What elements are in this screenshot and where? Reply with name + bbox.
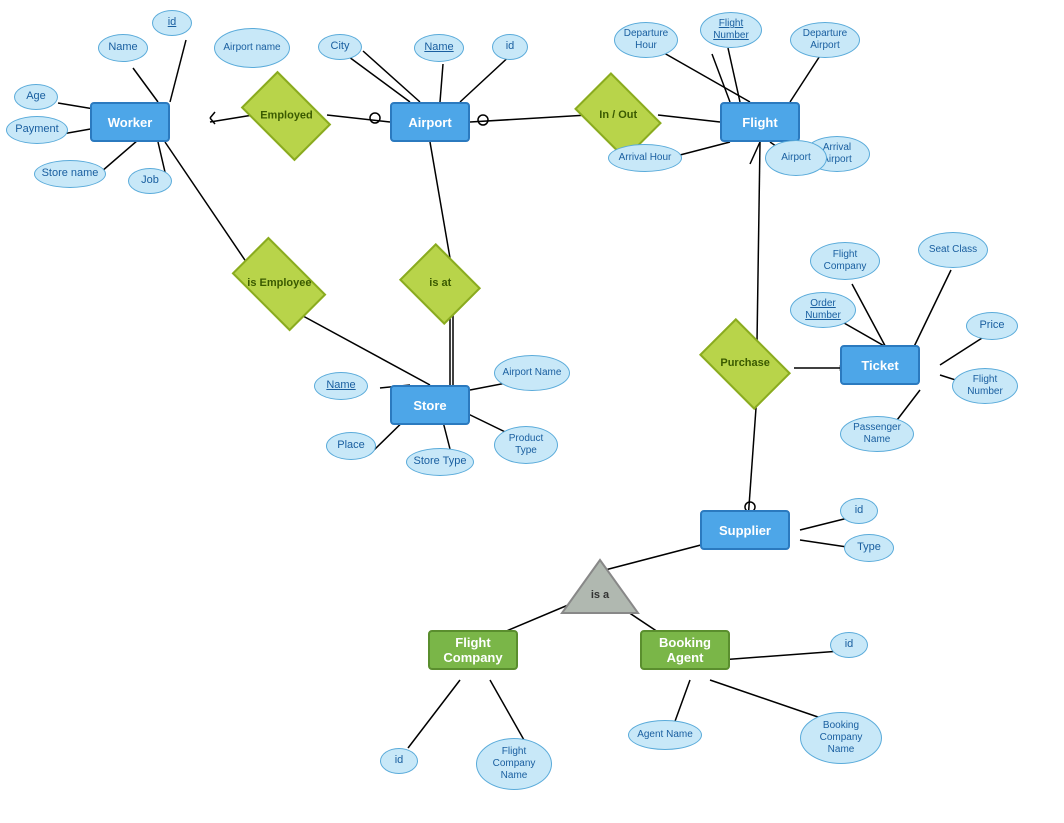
attr-worker-job: Job <box>128 168 172 194</box>
attr-worker-payment: Payment <box>6 116 68 144</box>
entity-airport-label: Airport <box>408 115 451 130</box>
attr-flight-departureairport: DepartureAirport <box>790 22 860 58</box>
entity-flight-company[interactable]: FlightCompany <box>428 630 518 670</box>
attr-ticket-passengername: PassengerName <box>840 416 914 452</box>
entity-store-label: Store <box>413 398 446 413</box>
attr-airport-id: id <box>492 34 528 60</box>
attr-airport-name: Name <box>414 34 464 62</box>
entity-ticket[interactable]: Ticket <box>840 345 920 385</box>
entity-worker-label: Worker <box>108 115 153 130</box>
er-diagram-canvas: is a Worker Airport Flight Store Ticket … <box>0 0 1064 823</box>
attr-ticket-ordernumber: OrderNumber <box>790 292 856 328</box>
attr-store-place: Place <box>326 432 376 460</box>
attr-store-storetype: Store Type <box>406 448 474 476</box>
relationship-inout-label: In / Out <box>599 109 637 122</box>
entity-supplier-label: Supplier <box>719 523 771 538</box>
attr-fc-name: FlightCompanyName <box>476 738 552 790</box>
attr-worker-id: id <box>152 10 192 36</box>
relationship-employed-label: Employed <box>260 109 313 122</box>
entity-store[interactable]: Store <box>390 385 470 425</box>
attr-store-airportname: Airport Name <box>494 355 570 391</box>
attr-flight-departurehour: DepartureHour <box>614 22 678 58</box>
attr-airport-airportname: Airport name <box>214 28 290 68</box>
entity-booking-agent-label: BookingAgent <box>659 635 711 665</box>
attr-fc-id: id <box>380 748 418 774</box>
attr-flight-arrivalhour: Arrival Hour <box>608 144 682 172</box>
attr-ba-id: id <box>830 632 868 658</box>
entity-ticket-label: Ticket <box>861 358 898 373</box>
attr-ticket-price: Price <box>966 312 1018 340</box>
entity-worker[interactable]: Worker <box>90 102 170 142</box>
entity-flight-label: Flight <box>742 115 777 130</box>
relationship-isemployee-label: is Employee <box>247 277 311 290</box>
entity-flight[interactable]: Flight <box>720 102 800 142</box>
attr-worker-age: Age <box>14 84 58 110</box>
attr-worker-storename: Store name <box>34 160 106 188</box>
relationship-isat-label: is at <box>429 277 451 290</box>
attr-worker-name: Name <box>98 34 148 62</box>
attr-airport-city: City <box>318 34 362 60</box>
isa-symbol: is a <box>560 558 640 618</box>
attr-ticket-flightcompany: FlightCompany <box>810 242 880 280</box>
attr-store-producttype: ProductType <box>494 426 558 464</box>
attr-ba-bookingcompanyname: BookingCompanyName <box>800 712 882 764</box>
entity-booking-agent[interactable]: BookingAgent <box>640 630 730 670</box>
attr-supplier-type: Type <box>844 534 894 562</box>
attr-store-name: Name <box>314 372 368 400</box>
attr-ticket-flightnumber: FlightNumber <box>952 368 1018 404</box>
attr-airport-2: Airport <box>765 140 827 176</box>
entity-flight-company-label: FlightCompany <box>443 635 502 665</box>
entity-supplier[interactable]: Supplier <box>700 510 790 550</box>
attr-ba-agentname: Agent Name <box>628 720 702 750</box>
attr-ticket-seatclass: Seat Class <box>918 232 988 268</box>
entity-airport[interactable]: Airport <box>390 102 470 142</box>
svg-text:is a: is a <box>591 589 610 601</box>
attr-flight-flightnumber: FlightNumber <box>700 12 762 48</box>
attr-supplier-id: id <box>840 498 878 524</box>
relationship-purchase-label: Purchase <box>720 357 770 370</box>
